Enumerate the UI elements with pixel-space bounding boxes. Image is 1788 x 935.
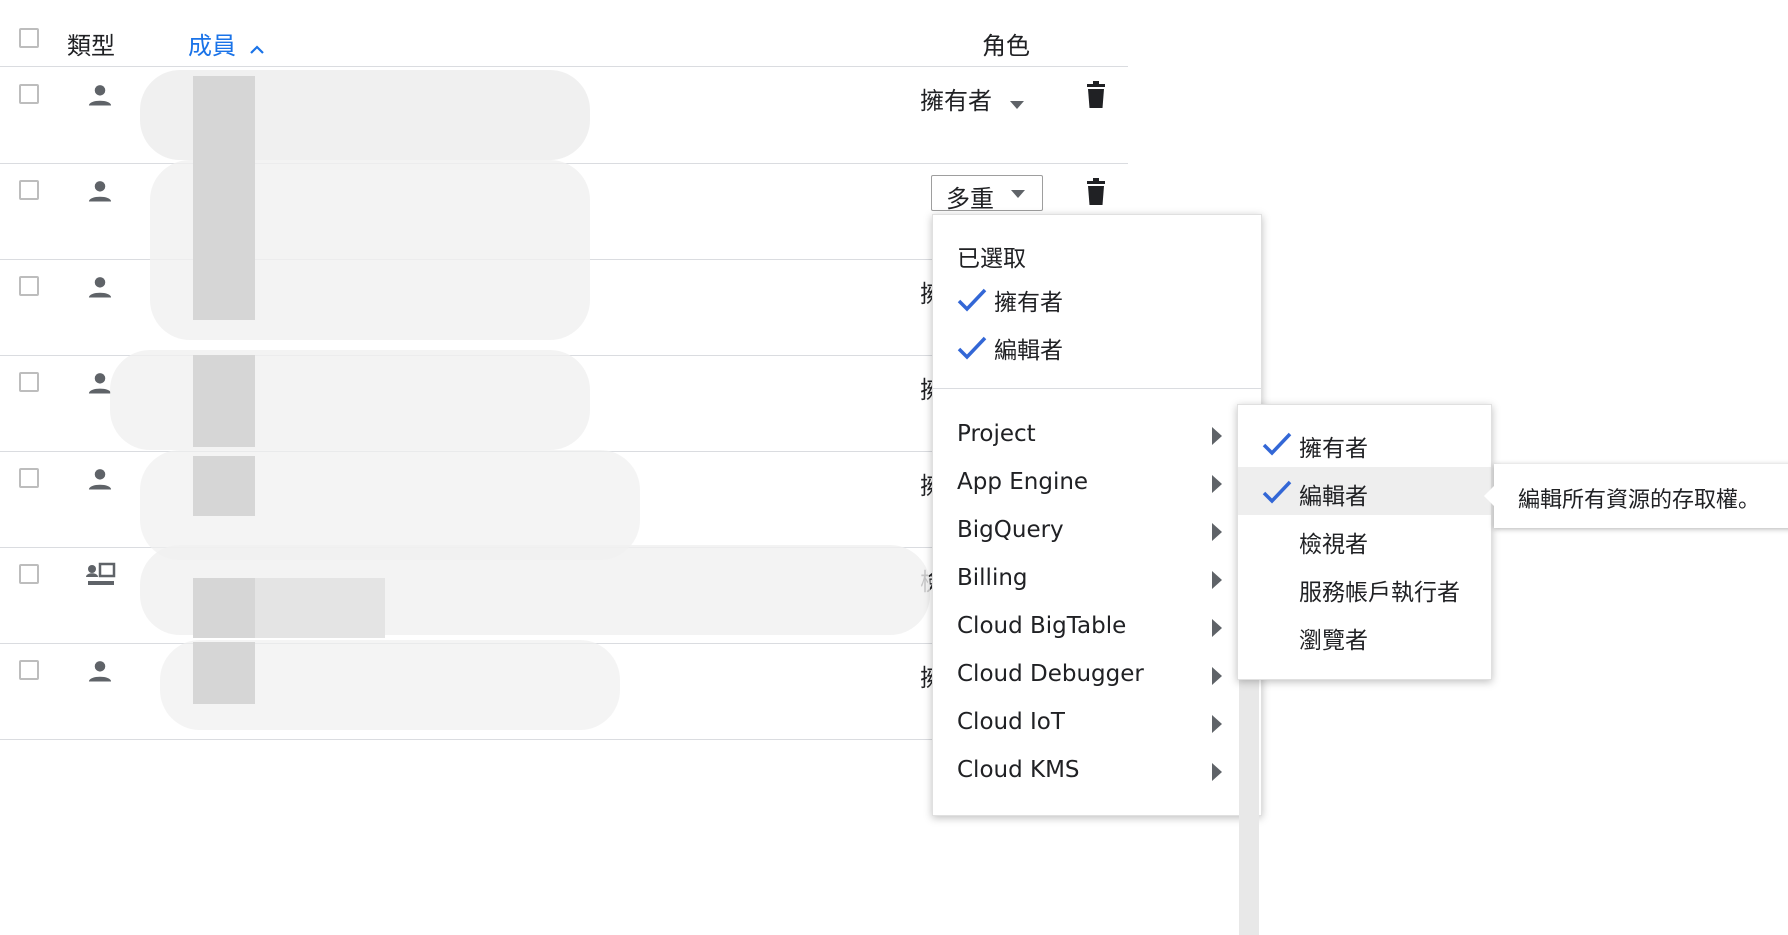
menu-category-cloud-bigtable[interactable]: Cloud BigTable <box>933 603 1261 651</box>
submenu-item-owner[interactable]: 擁有者 <box>1238 419 1491 467</box>
menu-divider <box>933 388 1261 389</box>
menu-category-cloud-iot[interactable]: Cloud IoT <box>933 699 1261 747</box>
row-checkbox[interactable] <box>19 660 39 680</box>
submenu-item-label: 擁有者 <box>1299 436 1368 462</box>
role-value: 擁有者 <box>920 87 992 115</box>
check-icon <box>957 287 987 317</box>
dropdown-caret-icon <box>1010 189 1026 199</box>
sort-ascending-icon <box>249 40 265 59</box>
category-label: Billing <box>957 565 1028 591</box>
submenu-item-label: 檢視者 <box>1299 532 1368 558</box>
selected-role-label: 編輯者 <box>994 338 1063 364</box>
row-checkbox[interactable] <box>19 564 39 584</box>
submenu-item-label: 編輯者 <box>1299 484 1368 510</box>
submenu-item-service-account-user[interactable]: 服務帳戶執行者 <box>1238 563 1491 611</box>
check-icon <box>1262 479 1292 509</box>
menu-category-app-engine[interactable]: App Engine <box>933 459 1261 507</box>
select-all-checkbox[interactable] <box>19 28 39 48</box>
delete-icon[interactable] <box>1084 178 1108 206</box>
row-checkbox[interactable] <box>19 276 39 296</box>
person-icon <box>86 273 114 305</box>
submenu-arrow-icon <box>1211 618 1223 644</box>
header-member-sort[interactable]: 成員 <box>188 26 265 61</box>
row-checkbox[interactable] <box>19 372 39 392</box>
row-checkbox[interactable] <box>19 84 39 104</box>
check-icon <box>957 335 987 365</box>
tooltip-text: 編輯所有資源的存取權。 <box>1518 488 1761 513</box>
category-label: Cloud Debugger <box>957 661 1144 687</box>
submenu-item-label: 瀏覽者 <box>1299 628 1368 654</box>
category-label: Project <box>957 421 1036 447</box>
menu-category-billing[interactable]: Billing <box>933 555 1261 603</box>
category-label: Cloud KMS <box>957 757 1080 783</box>
header-member: 成員 <box>188 32 236 60</box>
redaction-blur <box>110 350 590 450</box>
check-icon <box>1262 431 1292 461</box>
menu-category-project[interactable]: Project <box>933 411 1261 459</box>
category-label: Cloud BigTable <box>957 613 1127 639</box>
header-role: 角色 <box>982 32 1030 60</box>
person-icon <box>86 177 114 209</box>
row-checkbox[interactable] <box>19 180 39 200</box>
submenu-arrow-icon <box>1211 474 1223 500</box>
header-type: 類型 <box>67 32 115 60</box>
service-account-icon <box>86 562 116 588</box>
submenu-item-viewer[interactable]: 檢視者 <box>1238 515 1491 563</box>
submenu-arrow-icon <box>1211 426 1223 452</box>
selected-header: 已選取 <box>957 246 1026 272</box>
submenu-arrow-icon <box>1211 666 1223 692</box>
submenu-arrow-icon <box>1211 714 1223 740</box>
menu-category-cloud-kms[interactable]: Cloud KMS <box>933 747 1261 795</box>
person-icon <box>86 465 114 497</box>
selected-role-item[interactable]: 編輯者 <box>957 329 1237 369</box>
redaction-block <box>193 355 255 447</box>
submenu-item-label: 服務帳戶執行者 <box>1299 580 1460 606</box>
person-icon <box>86 81 114 113</box>
role-value: 多重 <box>946 185 994 213</box>
category-label: App Engine <box>957 469 1089 495</box>
selected-role-label: 擁有者 <box>994 290 1063 316</box>
tooltip-arrow <box>1484 486 1494 506</box>
submenu-arrow-icon <box>1211 762 1223 788</box>
table-header: 類型 成員 角色 <box>0 0 1128 66</box>
category-label: BigQuery <box>957 517 1064 543</box>
project-roles-submenu: 擁有者 編輯者 檢視者 服務帳戶執行者 瀏覽者 <box>1237 404 1492 680</box>
submenu-arrow-icon <box>1211 570 1223 596</box>
redaction-block <box>193 578 255 638</box>
role-menu: 已選取 擁有者 編輯者 Project App Engine BigQuery … <box>932 214 1262 935</box>
redaction-block <box>193 456 255 516</box>
menu-category-cloud-debugger[interactable]: Cloud Debugger <box>933 651 1261 699</box>
role-dropdown-open[interactable]: 多重 <box>931 175 1043 213</box>
selected-role-item[interactable]: 擁有者 <box>957 281 1237 321</box>
role-description-tooltip: 編輯所有資源的存取權。 <box>1484 464 1788 528</box>
redaction-block <box>255 578 385 638</box>
dropdown-caret-icon <box>1009 100 1025 110</box>
person-icon <box>86 657 114 689</box>
role-dropdown[interactable]: 擁有者 <box>920 81 1025 116</box>
submenu-item-browser[interactable]: 瀏覽者 <box>1238 611 1491 659</box>
menu-category-bigquery[interactable]: BigQuery <box>933 507 1261 555</box>
submenu-arrow-icon <box>1211 522 1223 548</box>
redaction-block <box>193 76 255 320</box>
row-checkbox[interactable] <box>19 468 39 488</box>
category-label: Cloud IoT <box>957 709 1065 735</box>
delete-icon[interactable] <box>1084 81 1108 109</box>
redaction-block <box>193 642 255 704</box>
submenu-item-editor[interactable]: 編輯者 <box>1238 467 1491 515</box>
